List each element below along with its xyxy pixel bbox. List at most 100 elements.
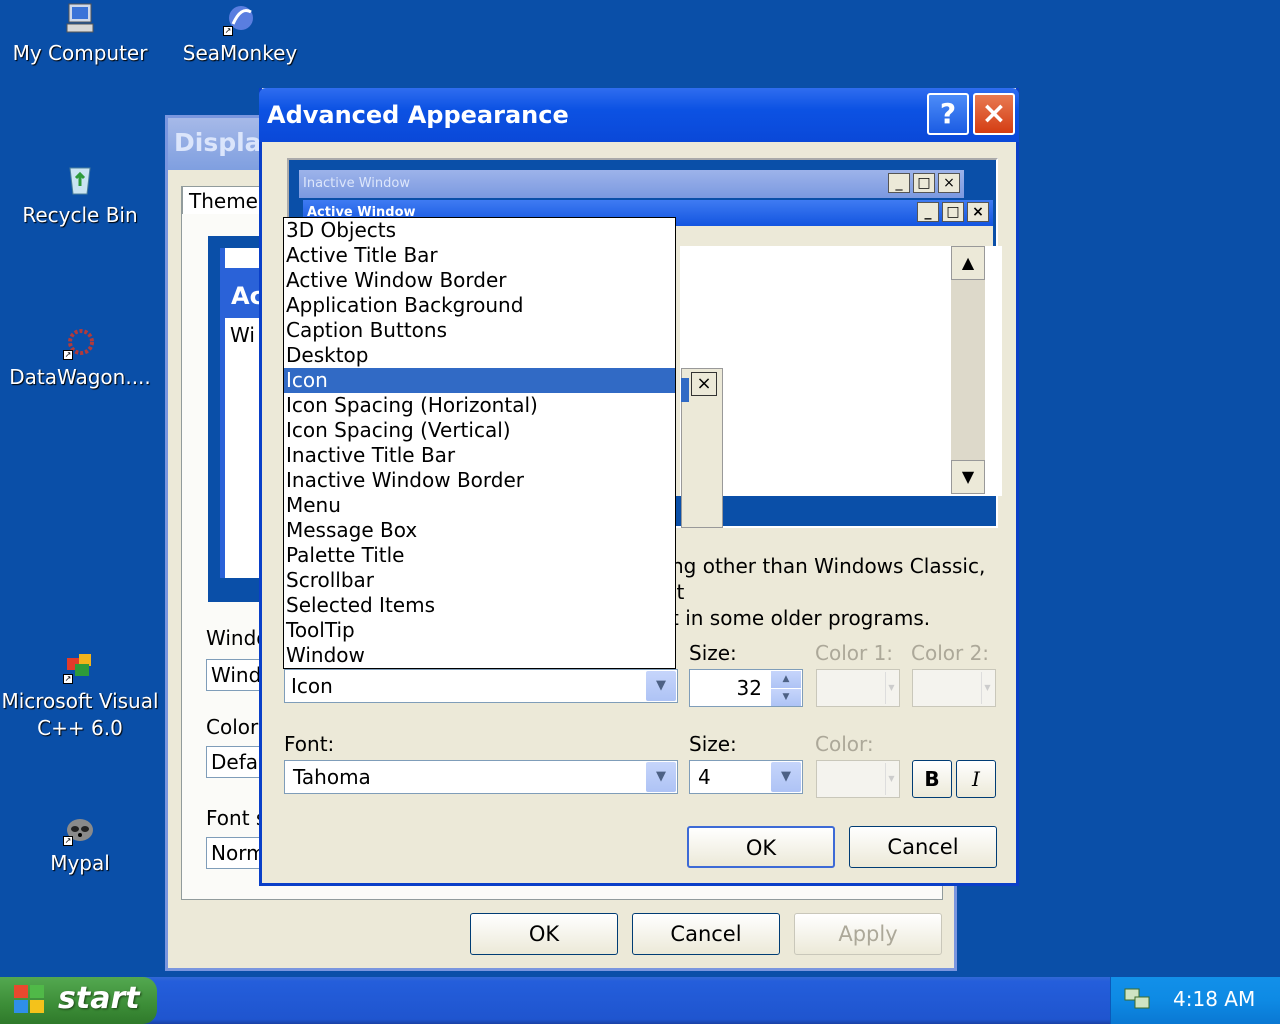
visual-cpp-icon: ↗	[63, 650, 97, 684]
scroll-up-icon[interactable]: ▲	[951, 246, 985, 280]
chevron-down-icon[interactable]: ▼	[771, 762, 801, 792]
list-item[interactable]: Application Background	[284, 293, 675, 318]
italic-button[interactable]: I	[956, 760, 996, 798]
font-size-value: 4	[698, 765, 711, 789]
list-item[interactable]: ToolTip	[284, 618, 675, 643]
desktop-icon-label: DataWagon....	[9, 365, 151, 389]
preview-close-icon: ×	[938, 173, 960, 193]
desktop-icon-visual-cpp[interactable]: ↗ Microsoft Visual C++ 6.0	[0, 650, 160, 742]
list-item[interactable]: Desktop	[284, 343, 675, 368]
list-item[interactable]: Active Title Bar	[284, 243, 675, 268]
font-size-combo[interactable]: 4 ▼	[689, 760, 803, 794]
start-label: start	[58, 981, 140, 1016]
list-item[interactable]: Menu	[284, 493, 675, 518]
my-computer-icon	[63, 2, 97, 36]
list-item[interactable]: Icon	[284, 368, 675, 393]
list-item[interactable]: Caption Buttons	[284, 318, 675, 343]
advanced-dialog-title: Advanced Appearance	[267, 101, 569, 129]
list-item[interactable]: Message Box	[284, 518, 675, 543]
list-item[interactable]: Palette Title	[284, 543, 675, 568]
display-ok-button[interactable]: OK	[470, 913, 618, 955]
color2-picker[interactable]: ▼	[912, 669, 996, 707]
list-item[interactable]: Inactive Title Bar	[284, 443, 675, 468]
font-combo[interactable]: Tahoma ▼	[284, 760, 678, 794]
chevron-down-icon: ▼	[885, 763, 897, 795]
desktop-icon-label: SeaMonkey	[182, 41, 298, 65]
windows-logo-icon	[14, 985, 46, 1015]
desktop-icon-datawagon[interactable]: ↗ DataWagon....	[0, 326, 160, 391]
preview-inactive-title: Inactive Window	[303, 176, 410, 191]
recycle-bin-icon	[63, 164, 97, 198]
preview-close-icon: ×	[967, 202, 989, 222]
preview-selected-highlight	[681, 378, 689, 402]
help-icon: ?	[939, 97, 957, 130]
spin-up-icon[interactable]: ▲	[771, 671, 801, 688]
list-item[interactable]: 3D Objects	[284, 218, 675, 243]
list-item[interactable]: Selected Items	[284, 593, 675, 618]
list-item[interactable]: Window	[284, 643, 675, 668]
bold-button[interactable]: B	[912, 760, 952, 798]
chevron-down-icon: ▼	[981, 672, 993, 704]
system-tray: 4:18 AM	[1110, 977, 1280, 1024]
scroll-down-icon[interactable]: ▼	[951, 460, 985, 494]
desktop-icon-seamonkey[interactable]: ↗ SeaMonkey	[160, 2, 320, 67]
shortcut-arrow-icon: ↗	[63, 674, 73, 684]
item-combo-value: Icon	[291, 674, 333, 698]
font-combo-value: Tahoma	[293, 765, 371, 789]
list-item[interactable]: Inactive Window Border	[284, 468, 675, 493]
color2-label: Color 2:	[911, 641, 990, 665]
preview-maximize-icon: □	[913, 173, 935, 193]
item-size-value: 32	[736, 676, 762, 700]
desktop-icon-label: Mypal	[50, 851, 110, 875]
preview-message-box-close-icon: ×	[691, 372, 717, 396]
font-size-combo[interactable]: Norm	[206, 837, 266, 869]
advanced-ok-button[interactable]: OK	[687, 826, 835, 868]
display-apply-button[interactable]: Apply	[794, 913, 942, 955]
chevron-down-icon: ▼	[885, 672, 897, 704]
font-color-label: Color:	[815, 732, 874, 756]
datawagon-icon: ↗	[63, 326, 97, 360]
network-tray-icon[interactable]	[1123, 985, 1151, 1013]
preview-scrollbar[interactable]: ▲ ▼	[951, 246, 985, 494]
chevron-down-icon[interactable]: ▼	[646, 762, 676, 792]
item-size-spinner[interactable]: 32 ▲ ▼	[689, 669, 803, 707]
start-button[interactable]: start	[0, 977, 157, 1024]
font-size-label: Size:	[689, 732, 737, 756]
seamonkey-icon: ↗	[223, 2, 257, 36]
mypal-icon: ↗	[63, 812, 97, 846]
preview-inactive-titlebar[interactable]: Inactive Window _ □ ×	[299, 170, 964, 198]
taskbar: start 4:18 AM	[0, 977, 1280, 1024]
list-item[interactable]: Icon Spacing (Horizontal)	[284, 393, 675, 418]
color1-picker[interactable]: ▼	[816, 669, 900, 707]
windows-buttons-combo[interactable]: Wind	[206, 659, 266, 691]
font-color-picker[interactable]: ▼	[816, 760, 900, 798]
desktop-icon-mypal[interactable]: ↗ Mypal	[0, 812, 160, 877]
item-dropdown-list[interactable]: 3D Objects Active Title Bar Active Window …	[283, 217, 676, 669]
desktop-icon-recycle-bin[interactable]: Recycle Bin	[0, 164, 160, 229]
list-item[interactable]: Active Window Border	[284, 268, 675, 293]
close-icon: ×	[981, 96, 1007, 131]
shortcut-arrow-icon: ↗	[223, 26, 233, 36]
display-cancel-button[interactable]: Cancel	[632, 913, 780, 955]
spin-down-icon[interactable]: ▼	[771, 689, 801, 706]
close-button[interactable]: ×	[973, 93, 1015, 135]
font-size-label: Font s	[206, 806, 267, 830]
item-combo[interactable]: Icon ▼	[284, 669, 678, 703]
list-item[interactable]: Icon Spacing (Vertical)	[284, 418, 675, 443]
clock[interactable]: 4:18 AM	[1173, 987, 1255, 1011]
help-button[interactable]: ?	[927, 93, 969, 135]
preview-minimize-icon: _	[888, 173, 910, 193]
item-size-label: Size:	[689, 641, 737, 665]
preview-maximize-icon: □	[942, 202, 964, 222]
preview-minimize-icon: _	[917, 202, 939, 222]
advanced-dialog-titlebar: Advanced Appearance ? ×	[259, 88, 1019, 142]
advanced-cancel-button[interactable]: Cancel	[849, 826, 997, 868]
list-item[interactable]: Scrollbar	[284, 568, 675, 593]
display-preview-text: Wi	[230, 323, 255, 347]
chevron-down-icon[interactable]: ▼	[646, 671, 676, 701]
desktop-icon-label: My Computer	[12, 41, 148, 65]
color-scheme-label: Color	[206, 715, 259, 739]
desktop-icon-label: Microsoft Visual C++ 6.0	[1, 689, 159, 740]
desktop-icon-my-computer[interactable]: My Computer	[0, 2, 160, 67]
color-scheme-combo[interactable]: Defau	[206, 746, 266, 778]
